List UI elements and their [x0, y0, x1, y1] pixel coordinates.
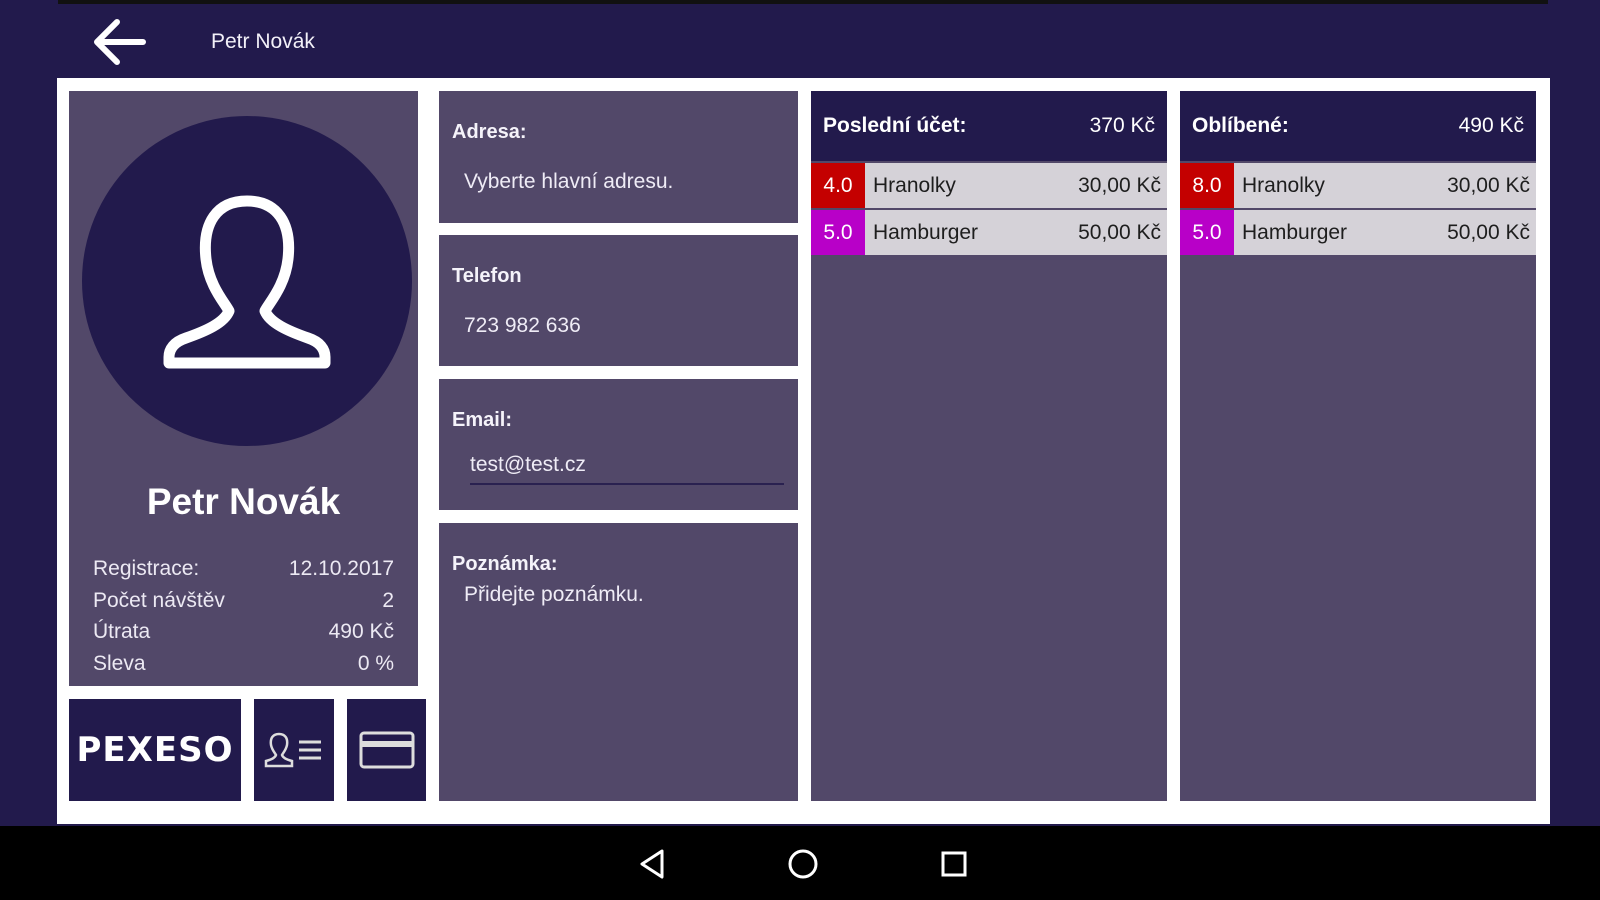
- last-order-total: 370 Kč: [1089, 114, 1155, 137]
- item-price: 50,00 Kč: [1078, 220, 1161, 244]
- favorites-panel: Oblíbené: 490 Kč 8.0 Hranolky 30,00 Kč 5…: [1180, 91, 1536, 801]
- stat-label: Registrace:: [93, 557, 200, 580]
- note-label: Poznámka:: [452, 553, 558, 575]
- stat-row-spending: Útrata 490 Kč: [93, 616, 394, 648]
- email-label: Email:: [452, 409, 513, 431]
- phone-label: Telefon: [452, 265, 522, 287]
- profile-card: Petr Novák Registrace: 12.10.2017 Počet …: [69, 91, 418, 686]
- main-frame: Petr Novák Registrace: 12.10.2017 Počet …: [57, 78, 1550, 824]
- phone-card[interactable]: Telefon 723 982 636: [439, 235, 798, 366]
- app-header: Petr Novák: [0, 4, 1600, 78]
- address-card[interactable]: Adresa: Vyberte hlavní adresu.: [439, 91, 798, 223]
- stat-row-registration: Registrace: 12.10.2017: [93, 553, 394, 585]
- last-order-header: Poslední účet: 370 Kč: [811, 91, 1167, 161]
- last-order-label: Poslední účet:: [823, 114, 967, 137]
- list-item[interactable]: 5.0 Hamburger 50,00 Kč: [811, 210, 1167, 255]
- stat-label: Sleva: [93, 651, 146, 675]
- system-nav-bar: [0, 826, 1600, 900]
- email-card: Email:: [439, 379, 798, 510]
- item-quantity: 8.0: [1180, 163, 1234, 208]
- phone-value: 723 982 636: [464, 314, 581, 337]
- credit-card-icon: [359, 731, 414, 769]
- stat-row-visits: Počet návštěv 2: [93, 585, 394, 617]
- stat-value: 12.10.2017: [288, 557, 394, 580]
- item-price: 30,00 Kč: [1078, 173, 1161, 197]
- email-field[interactable]: [470, 447, 784, 485]
- profile-name: Petr Novák: [146, 481, 341, 522]
- circle-home-icon: [788, 849, 818, 879]
- arrow-left-icon: [94, 19, 146, 65]
- stat-value: 490 Kč: [328, 620, 394, 643]
- pexeso-button[interactable]: PEXESO: [69, 699, 241, 801]
- favorites-label: Oblíbené:: [1192, 114, 1289, 137]
- stat-label: Útrata: [93, 620, 151, 643]
- nav-recents-button[interactable]: [932, 844, 976, 884]
- item-name: Hamburger: [873, 220, 979, 244]
- item-price: 50,00 Kč: [1447, 220, 1530, 244]
- payment-card-button[interactable]: [347, 699, 426, 801]
- list-item[interactable]: 8.0 Hranolky 30,00 Kč: [1180, 163, 1536, 208]
- profile-stats: Registrace: 12.10.2017 Počet návštěv 2 Ú…: [93, 553, 394, 679]
- item-quantity: 5.0: [811, 210, 865, 255]
- item-name: Hranolky: [873, 173, 956, 197]
- address-value: Vyberte hlavní adresu.: [464, 170, 674, 193]
- stat-value: 0 %: [357, 651, 394, 675]
- nav-home-button[interactable]: [781, 844, 825, 884]
- square-recents-icon: [941, 851, 967, 877]
- back-button[interactable]: [86, 14, 152, 70]
- customer-list-button[interactable]: [254, 699, 334, 801]
- last-order-panel: Poslední účet: 370 Kč 4.0 Hranolky 30,00…: [811, 91, 1167, 801]
- favorites-header: Oblíbené: 490 Kč: [1180, 91, 1536, 161]
- list-item[interactable]: 5.0 Hamburger 50,00 Kč: [1180, 210, 1536, 255]
- address-label: Adresa:: [452, 121, 527, 143]
- stat-value: 2: [382, 588, 394, 612]
- favorites-total: 490 Kč: [1458, 114, 1524, 137]
- item-quantity: 4.0: [811, 163, 865, 208]
- triangle-back-icon: [640, 849, 664, 879]
- list-item[interactable]: 4.0 Hranolky 30,00 Kč: [811, 163, 1167, 208]
- nav-back-button[interactable]: [630, 844, 674, 884]
- pexeso-logo: PEXESO: [76, 730, 234, 770]
- user-list-icon: [264, 732, 321, 768]
- stat-label: Počet návštěv: [93, 588, 225, 612]
- item-quantity: 5.0: [1180, 210, 1234, 255]
- item-price: 30,00 Kč: [1447, 173, 1530, 197]
- item-name: Hamburger: [1242, 220, 1348, 244]
- stat-row-discount: Sleva 0 %: [93, 648, 394, 680]
- item-name: Hranolky: [1242, 173, 1325, 197]
- note-value: Přidejte poznámku.: [464, 583, 644, 606]
- avatar[interactable]: [82, 116, 412, 446]
- user-silhouette-icon: [163, 195, 331, 369]
- note-card[interactable]: Poznámka: Přidejte poznámku.: [439, 523, 798, 801]
- header-title: Petr Novák: [211, 30, 315, 53]
